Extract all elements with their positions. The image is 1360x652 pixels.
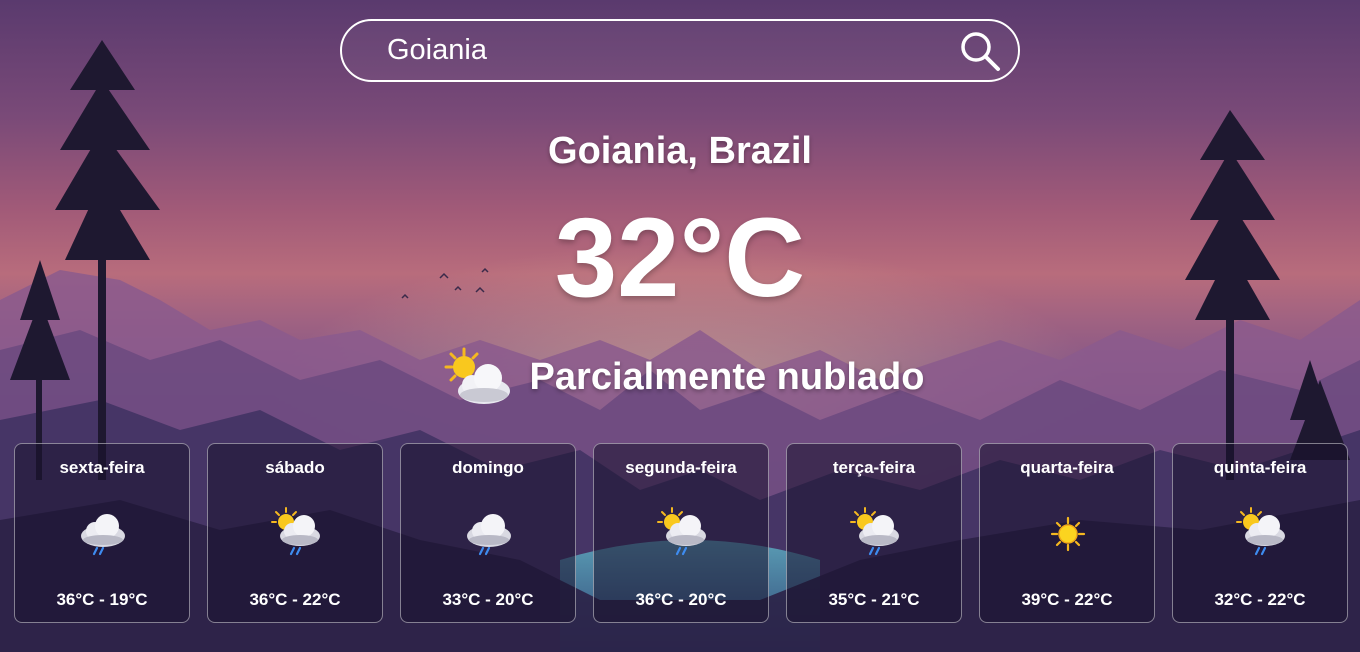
forecast-day: sábado	[265, 458, 325, 477]
forecast-range: 36°C - 22°C	[249, 590, 341, 609]
forecast-card: quarta-feira 39°C - 22°C	[979, 443, 1155, 623]
forecast-card: sexta-feira 36°C - 19°C	[14, 443, 190, 623]
forecast-range: 36°C - 20°C	[635, 590, 727, 609]
sun-cloud-rain-icon	[657, 507, 706, 556]
forecast-range: 36°C - 19°C	[56, 590, 148, 609]
forecast-range: 32°C - 22°C	[1214, 590, 1306, 609]
cloud-rain-icon	[81, 514, 125, 556]
condition-text: Parcialmente nublado	[529, 355, 925, 398]
partly-cloudy-icon	[444, 347, 510, 404]
forecast-day: segunda-feira	[625, 458, 737, 477]
forecast-card: terça-feira 35°C - 21°C	[786, 443, 962, 623]
search-input[interactable]	[342, 33, 956, 68]
forecast-card: domingo 33°C - 20°C	[400, 443, 576, 623]
sun-cloud-rain-icon	[271, 507, 320, 556]
forecast-day: quinta-feira	[1213, 458, 1307, 477]
forecast-range: 39°C - 22°C	[1021, 590, 1113, 609]
current-condition: Parcialmente nublado	[0, 345, 1360, 409]
forecast-range: 33°C - 20°C	[442, 590, 534, 609]
search-icon[interactable]	[956, 27, 1004, 75]
forecast-day: domingo	[452, 458, 524, 477]
cloud-rain-icon	[467, 514, 511, 556]
forecast-card: sábado 36°C - 22°C	[207, 443, 383, 623]
forecast-day: terça-feira	[832, 458, 916, 477]
forecast-card: segunda-feira 36°C - 20°C	[593, 443, 769, 623]
forecast-card: quinta-feira 32°C - 22°C	[1172, 443, 1348, 623]
sun-icon	[1050, 516, 1086, 552]
sun-cloud-rain-icon	[850, 507, 899, 556]
forecast-day: quarta-feira	[1020, 458, 1114, 477]
sun-cloud-rain-icon	[1236, 507, 1285, 556]
forecast-range: 35°C - 21°C	[828, 590, 920, 609]
location-name: Goiania, Brazil	[548, 130, 812, 172]
current-temperature: 32°C	[554, 195, 806, 320]
search-bar[interactable]	[340, 19, 1020, 82]
forecast-day: sexta-feira	[59, 458, 145, 477]
